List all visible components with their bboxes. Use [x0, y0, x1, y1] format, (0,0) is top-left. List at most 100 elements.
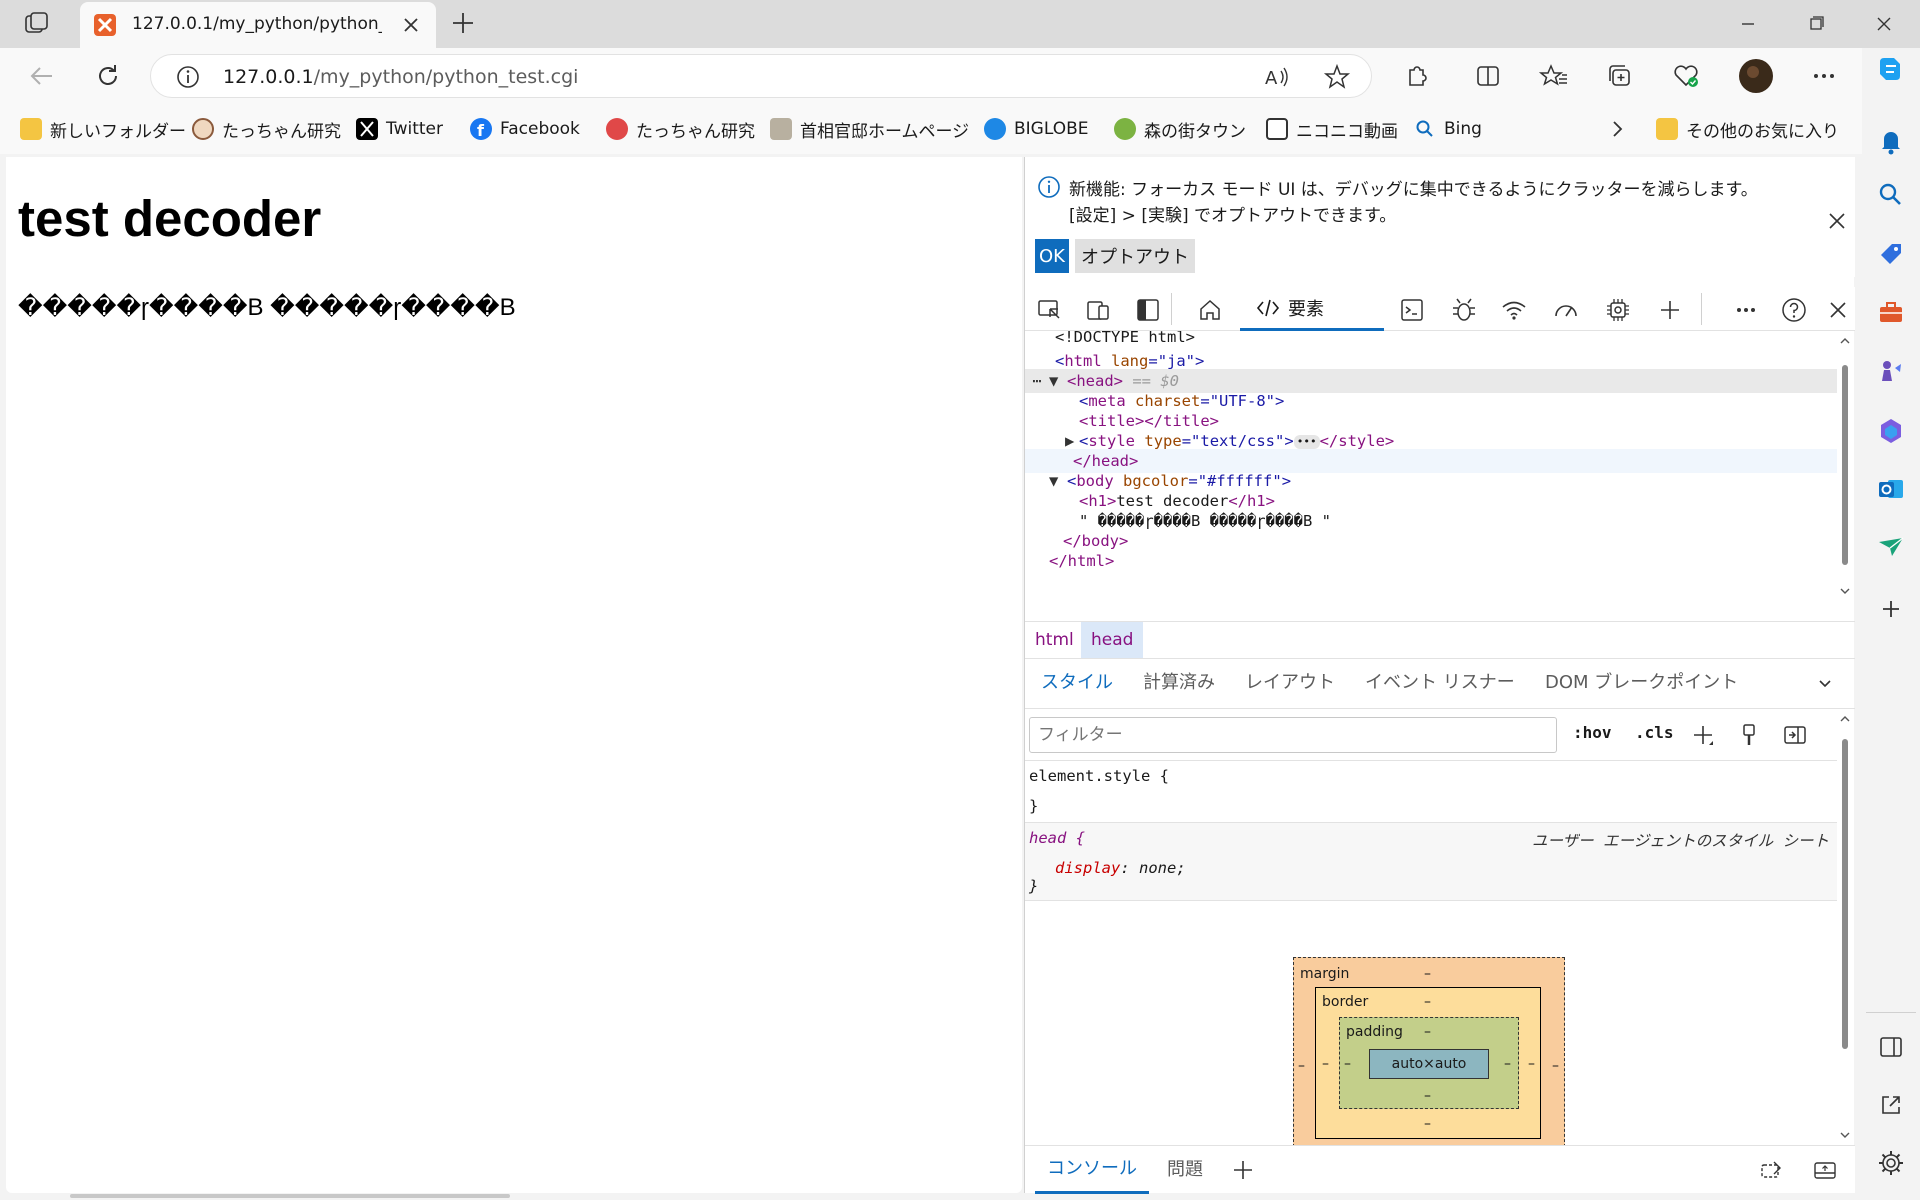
fav-item-other[interactable]: その他のお気に入り: [1656, 116, 1839, 142]
hide-sidebar-icon[interactable]: [1874, 1030, 1908, 1064]
fav-item[interactable]: 森の街タウン: [1114, 116, 1246, 142]
sources-bug-icon[interactable]: [1449, 295, 1479, 325]
search-icon[interactable]: [1874, 178, 1908, 212]
styles-scrollbar[interactable]: [1837, 709, 1853, 1145]
network-wifi-icon[interactable]: [1499, 295, 1529, 325]
notification-bell-icon[interactable]: [1874, 124, 1908, 158]
paint-brush-icon[interactable]: [1735, 721, 1763, 749]
fav-item[interactable]: たっちゃん研究: [192, 116, 341, 142]
new-tab-icon[interactable]: [448, 8, 478, 38]
performance-icon[interactable]: [1551, 295, 1581, 325]
ok-button[interactable]: OK: [1035, 239, 1069, 273]
tab-dom-breakpoints[interactable]: DOM ブレークポイント: [1545, 659, 1738, 707]
drawer-add-tab-icon[interactable]: [1229, 1156, 1257, 1184]
drawer-tab-console[interactable]: コンソール: [1035, 1146, 1149, 1194]
more-tools-plus-icon[interactable]: [1655, 295, 1685, 325]
fav-item[interactable]: BIGLOBE: [984, 116, 1089, 142]
devtools-panel: 新機能: フォーカス モード UI は、デバッグに集中できるようにクラッターを減…: [1024, 157, 1855, 1194]
dom-node-doctype[interactable]: <!DOCTYPE html>: [1025, 331, 1837, 349]
split-screen-icon[interactable]: [1470, 58, 1506, 94]
copilot-icon[interactable]: [1874, 52, 1908, 86]
tab-layout[interactable]: レイアウト: [1245, 659, 1335, 707]
device-emulation-icon[interactable]: [1083, 295, 1113, 325]
welcome-home-icon[interactable]: [1195, 295, 1225, 325]
cls-button[interactable]: .cls: [1635, 723, 1674, 742]
favorites-icon[interactable]: [1536, 58, 1572, 94]
tab-active[interactable]: 127.0.0.1/my_python/python_test.cgi: [80, 2, 436, 48]
tab-event-listeners[interactable]: イベント リスナー: [1365, 659, 1515, 707]
fav-item[interactable]: Twitter: [356, 116, 443, 142]
padding-bottom-value: –: [1424, 1088, 1431, 1104]
outlook-icon[interactable]: [1874, 472, 1908, 506]
open-external-icon[interactable]: [1874, 1088, 1908, 1122]
tab-elements[interactable]: 要素: [1240, 287, 1384, 331]
box-content[interactable]: auto×auto: [1369, 1049, 1489, 1079]
extensions-icon[interactable]: [1398, 58, 1434, 94]
dom-node-html-close[interactable]: </html>: [1025, 549, 1837, 573]
tab-styles[interactable]: スタイル: [1041, 659, 1113, 707]
more-menu-icon[interactable]: [1806, 58, 1842, 94]
tag-name: </html>: [1049, 552, 1115, 570]
fav-item[interactable]: Bing: [1414, 116, 1482, 142]
quick-view-icon[interactable]: [1757, 1156, 1785, 1184]
fav-label: その他のお気に入り: [1686, 121, 1839, 142]
tools-briefcase-icon[interactable]: [1874, 296, 1908, 330]
toggle-sidebar-icon[interactable]: [1781, 721, 1809, 749]
address-bar[interactable]: 127.0.0.1/my_python/python_test.cgi A: [150, 54, 1372, 98]
minimize-icon[interactable]: [1720, 6, 1776, 42]
devtools-more-icon[interactable]: [1731, 295, 1761, 325]
collections-icon[interactable]: [1602, 58, 1638, 94]
optout-button[interactable]: オプトアウト: [1075, 239, 1195, 273]
close-infobar-icon[interactable]: [1823, 207, 1851, 235]
tag-name: </style>: [1319, 432, 1395, 450]
site-info-icon[interactable]: [175, 64, 201, 90]
style-rule-head[interactable]: head { ユーザー エージェントのスタイル シート display: non…: [1025, 823, 1837, 901]
dom-tree-scrollbar[interactable]: [1837, 331, 1853, 627]
fav-item[interactable]: 首相官邸ホームページ: [770, 116, 969, 142]
console-panel-icon[interactable]: [1397, 295, 1427, 325]
profile-avatar[interactable]: [1738, 58, 1774, 94]
new-style-rule-icon[interactable]: [1689, 721, 1717, 749]
devtools-toolbar: 要素: [1025, 287, 1855, 331]
dom-tree: <!DOCTYPE html> <html lang="ja"> ⋯ ▼ <head…: [1025, 331, 1837, 627]
help-icon[interactable]: [1779, 295, 1809, 325]
fav-item[interactable]: 新しいフォルダー: [20, 116, 186, 142]
games-chess-icon[interactable]: [1874, 354, 1908, 388]
back-icon[interactable]: [22, 56, 62, 96]
breadcrumb-head[interactable]: head: [1081, 622, 1144, 658]
fav-item[interactable]: f Facebook: [470, 116, 580, 142]
style-rule-element[interactable]: element.style { }: [1025, 761, 1837, 823]
info-icon: [1037, 175, 1061, 199]
memory-chip-icon[interactable]: [1603, 295, 1633, 325]
favorite-star-icon[interactable]: [1321, 61, 1353, 93]
chevron-right-icon[interactable]: [1604, 116, 1630, 142]
tab-title: 127.0.0.1/my_python/python_test.cgi: [132, 14, 382, 34]
read-aloud-icon[interactable]: A: [1261, 61, 1293, 93]
tab-computed[interactable]: 計算済み: [1143, 659, 1215, 707]
close-devtools-icon[interactable]: [1823, 295, 1853, 325]
tab-actions-icon[interactable]: [22, 10, 54, 38]
collapsed-ellipsis-icon[interactable]: •••: [1293, 434, 1320, 449]
drop-send-icon[interactable]: [1874, 530, 1908, 564]
fav-label: Facebook: [500, 119, 580, 139]
inspect-element-icon[interactable]: [1035, 295, 1065, 325]
sidebar-settings-gear-icon[interactable]: [1874, 1146, 1908, 1180]
microsoft-365-icon[interactable]: [1874, 414, 1908, 448]
refresh-icon[interactable]: [88, 56, 128, 96]
fav-item[interactable]: ニコニコ動画: [1266, 116, 1398, 142]
dock-drawer-icon[interactable]: [1811, 1156, 1839, 1184]
drawer-tab-issues[interactable]: 問題: [1167, 1146, 1203, 1194]
dock-side-icon[interactable]: [1133, 295, 1163, 325]
breadcrumb-html[interactable]: html: [1025, 622, 1084, 658]
chevron-down-icon[interactable]: [1815, 673, 1835, 693]
restore-icon[interactable]: [1788, 6, 1844, 42]
close-window-icon[interactable]: [1856, 6, 1912, 42]
shopping-tag-icon[interactable]: [1874, 238, 1908, 272]
browser-essentials-icon[interactable]: [1668, 58, 1704, 94]
styles-filter-input[interactable]: [1029, 717, 1557, 753]
page-scrollbar[interactable]: [70, 1194, 510, 1198]
fav-item[interactable]: たっちゃん研究: [606, 116, 755, 142]
tab-close-icon[interactable]: [398, 12, 424, 38]
hov-button[interactable]: :hov: [1573, 723, 1612, 742]
add-sidebar-app-icon[interactable]: [1874, 592, 1908, 626]
